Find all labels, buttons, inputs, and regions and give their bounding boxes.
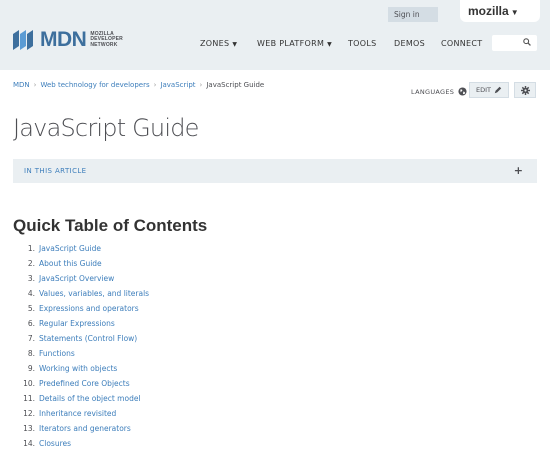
settings-button[interactable] — [514, 82, 536, 98]
caret-down-icon: ▼ — [232, 41, 238, 48]
edit-label: EDIT — [476, 86, 491, 94]
toc-link[interactable]: Functions — [39, 349, 75, 358]
search-icon — [523, 38, 531, 46]
toc-link[interactable]: Expressions and operators — [39, 304, 139, 313]
toc-number: 14. — [23, 439, 35, 448]
toc-number: 2. — [27, 259, 35, 268]
nav-tools[interactable]: TOOLS — [348, 39, 377, 48]
nav-web-platform[interactable]: WEB PLATFORM ▼ — [257, 39, 332, 48]
nav-demos[interactable]: DEMOS — [394, 39, 425, 48]
toc-number: 4. — [27, 289, 35, 298]
toc-number: 6. — [27, 319, 35, 328]
nav-connect[interactable]: CONNECT — [441, 39, 482, 48]
toc-number: 11. — [23, 394, 35, 403]
mdn-logo[interactable]: MDN MOZILLA DEVELOPER NETWORK — [13, 28, 123, 52]
languages-menu[interactable]: LANGUAGES — [411, 87, 467, 96]
toc-item: 6. Regular Expressions — [13, 316, 149, 331]
globe-icon — [458, 87, 467, 96]
toc-item: 1. JavaScript Guide — [13, 241, 149, 256]
toc-number: 13. — [23, 424, 35, 433]
toc-item: 9. Working with objects — [13, 361, 149, 376]
toc-link[interactable]: Working with objects — [39, 364, 117, 373]
toc-link[interactable]: JavaScript Overview — [39, 274, 114, 283]
toc-item: 13. Iterators and generators — [13, 421, 149, 436]
toc-number: 8. — [27, 349, 35, 358]
toc-link[interactable]: Regular Expressions — [39, 319, 115, 328]
signin-button[interactable]: Sign in — [388, 7, 438, 22]
toc-number: 1. — [27, 244, 35, 253]
breadcrumb-separator: › — [199, 81, 203, 89]
toc-link[interactable]: Predefined Core Objects — [39, 379, 130, 388]
breadcrumb-link-javascript[interactable]: JavaScript — [160, 81, 195, 89]
logo-text: MDN — [40, 28, 87, 51]
search-input[interactable] — [492, 35, 537, 51]
chevron-down-icon: ▼ — [510, 8, 519, 17]
breadcrumb-separator: › — [33, 81, 37, 89]
plus-icon: + — [513, 164, 523, 177]
toc-item: 5. Expressions and operators — [13, 301, 149, 316]
toc-item: 4. Values, variables, and literals — [13, 286, 149, 301]
breadcrumb-current: JavaScript Guide — [206, 81, 265, 89]
toc-link[interactable]: About this Guide — [39, 259, 102, 268]
edit-button[interactable]: EDIT — [469, 82, 509, 98]
toc-item: 2. About this Guide — [13, 256, 149, 271]
toc-heading: Quick Table of Contents — [13, 216, 208, 235]
toc-number: 9. — [27, 364, 35, 373]
toc-number: 3. — [27, 274, 35, 283]
caret-down-icon: ▼ — [327, 41, 333, 48]
toc-list: 1. JavaScript Guide 2. About this Guide 3.… — [13, 241, 149, 450]
toc-item: 3. JavaScript Overview — [13, 271, 149, 286]
toc-number: 12. — [23, 409, 35, 418]
languages-label: LANGUAGES — [411, 87, 455, 96]
in-this-article-toggle[interactable]: IN THIS ARTICLE + — [13, 159, 537, 183]
toc-number: 5. — [27, 304, 35, 313]
toc-link[interactable]: Inheritance revisited — [39, 409, 116, 418]
toc-link[interactable]: Closures — [39, 439, 71, 448]
toc-item: 10. Predefined Core Objects — [13, 376, 149, 391]
toc-number: 10. — [23, 379, 35, 388]
mdn-logo-icon — [13, 30, 33, 50]
toc-link[interactable]: Iterators and generators — [39, 424, 131, 433]
nav-zones[interactable]: ZONES ▼ — [200, 39, 237, 48]
toc-number: 7. — [27, 334, 35, 343]
pencil-icon — [494, 86, 502, 94]
toc-link[interactable]: Values, variables, and literals — [39, 289, 149, 298]
gear-icon — [521, 86, 530, 95]
toc-item: 11. Details of the object model — [13, 391, 149, 406]
toc-link[interactable]: JavaScript Guide — [39, 244, 101, 253]
site-header: Sign in mozilla ▼ MDN MOZILLA DEVELOPER N… — [0, 0, 550, 70]
toc-item: 7. Statements (Control Flow) — [13, 331, 149, 346]
breadcrumb: MDN › Web technology for developers › Ja… — [13, 81, 264, 89]
page-title: JavaScript Guide — [13, 114, 199, 142]
in-this-article-label: IN THIS ARTICLE — [24, 167, 87, 175]
mozilla-tab[interactable]: mozilla ▼ — [460, 0, 540, 22]
toc-item: 12. Inheritance revisited — [13, 406, 149, 421]
toc-item: 8. Functions — [13, 346, 149, 361]
logo-subtitle: MOZILLA DEVELOPER NETWORK — [90, 30, 123, 48]
breadcrumb-link-mdn[interactable]: MDN — [13, 81, 30, 89]
breadcrumb-separator: › — [153, 81, 157, 89]
toc-link[interactable]: Statements (Control Flow) — [39, 334, 137, 343]
mozilla-label: mozilla — [468, 4, 509, 18]
toc-link[interactable]: Details of the object model — [39, 394, 141, 403]
toc-item: 14. Closures — [13, 436, 149, 450]
breadcrumb-link-web-tech[interactable]: Web technology for developers — [40, 81, 149, 89]
